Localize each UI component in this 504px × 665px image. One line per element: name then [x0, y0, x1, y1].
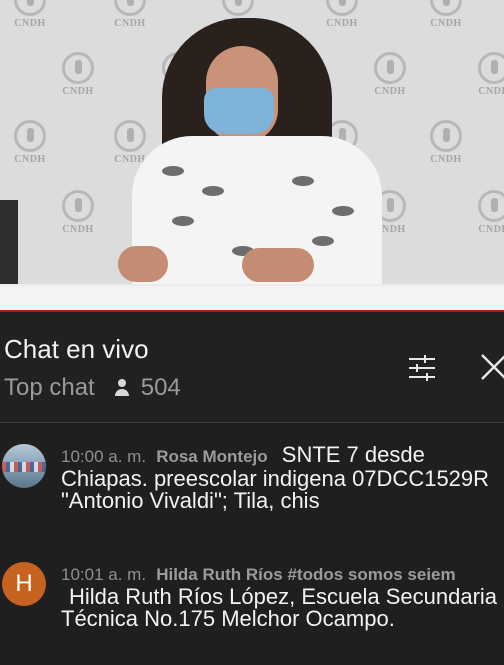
cndh-logo: CNDH: [416, 0, 476, 32]
message-author[interactable]: Hilda Ruth Ríos #todos somos seiem: [156, 565, 455, 584]
cndh-logo: CNDH: [416, 120, 476, 168]
cndh-logo: CNDH: [0, 0, 60, 32]
message-body: 10:01 a. m. Hilda Ruth Ríos #todos somos…: [61, 562, 501, 630]
chat-title: Chat en vivo: [4, 334, 149, 364]
message-time: 10:00 a. m.: [61, 447, 147, 466]
cndh-logo: CNDH: [48, 190, 108, 238]
tune-icon[interactable]: [406, 352, 438, 384]
video-player[interactable]: CNDHCNDHCNDHCNDHCNDHCNDHCNDHCNDHCNDHCNDH…: [0, 0, 504, 312]
message-text: Hilda Ruth Ríos López, Escuela Secundari…: [61, 584, 498, 631]
chat-header: Chat en vivo Top chat 504: [0, 312, 504, 423]
message-author[interactable]: Rosa Montejo: [156, 447, 267, 466]
person-icon: [113, 377, 131, 399]
cndh-logo: CNDH: [48, 52, 108, 100]
cndh-logo: CNDH: [0, 120, 60, 168]
chat-mode-label: Top chat: [4, 374, 95, 401]
message-time: 10:01 a. m.: [61, 565, 147, 584]
message-body: 10:00 a. m. Rosa Montejo SNTE 7 desde Ch…: [61, 444, 501, 512]
chat-messages[interactable]: 10:00 a. m. Rosa Montejo SNTE 7 desde Ch…: [0, 423, 504, 665]
chat-mode-selector[interactable]: Top chat 504: [4, 374, 181, 402]
viewer-count: 504: [140, 374, 181, 401]
avatar[interactable]: H: [2, 562, 46, 606]
desk: [0, 284, 504, 312]
close-icon[interactable]: [478, 350, 504, 384]
cndh-logo: CNDH: [464, 52, 504, 100]
speaker: [118, 18, 390, 302]
avatar[interactable]: [2, 444, 46, 488]
cndh-logo: CNDH: [464, 190, 504, 238]
face-mask: [204, 88, 274, 134]
